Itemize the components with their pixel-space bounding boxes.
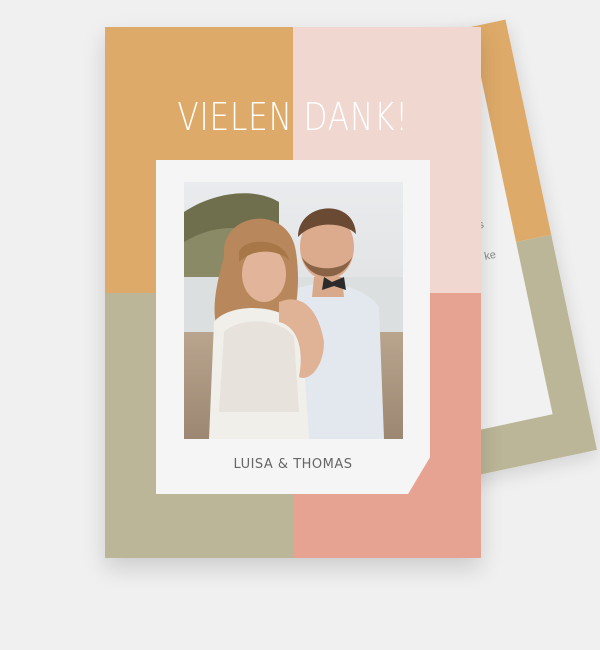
couple-photo: [184, 182, 403, 439]
couple-names: LUISA & THOMAS: [233, 457, 353, 472]
card-title: VIELEN DANK!: [177, 95, 409, 139]
back-card-text-fragment-2: ke: [483, 248, 498, 263]
couple-photo-illustration: [184, 182, 403, 439]
photo-frame: LUISA & THOMAS: [156, 160, 430, 494]
front-card: VIELEN DANK! LUISA & THOMAS: [105, 27, 481, 558]
product-preview-stage: ss ke VIELEN DANK!: [0, 0, 600, 650]
woman-dress-lace: [219, 321, 299, 412]
